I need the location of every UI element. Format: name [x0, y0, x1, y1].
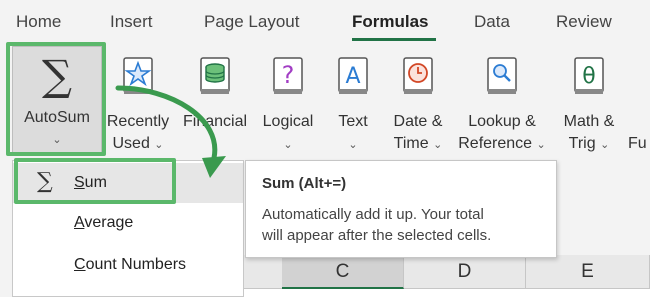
annotation-arrow — [115, 85, 226, 178]
